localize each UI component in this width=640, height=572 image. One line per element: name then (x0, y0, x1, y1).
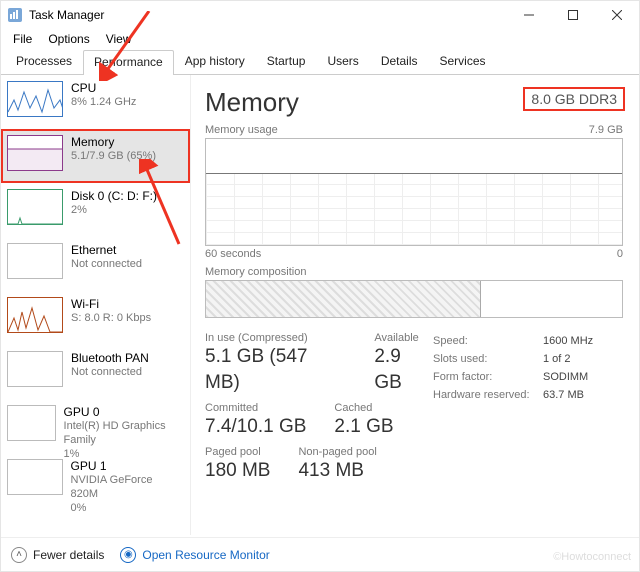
sidebar-item-ethernet[interactable]: EthernetNot connected (1, 237, 190, 291)
tab-performance[interactable]: Performance (83, 50, 174, 75)
sidebar-item-label: GPU 0 (64, 405, 182, 419)
open-resource-monitor-link[interactable]: ◉ Open Resource Monitor (120, 547, 269, 563)
memory-usage-chart (205, 138, 623, 246)
paged-value: 180 MB (205, 458, 270, 484)
usage-label: Memory usage (205, 124, 278, 136)
sidebar-item-cpu[interactable]: CPU8% 1.24 GHz (1, 75, 190, 129)
fewer-details-label: Fewer details (33, 548, 104, 562)
close-button[interactable] (595, 1, 639, 29)
gpu0-thumb (7, 405, 56, 441)
chevron-up-icon: ˄ (11, 547, 27, 563)
wifi-thumb (7, 297, 63, 333)
in-use-value: 5.1 GB (547 MB) (205, 344, 346, 396)
speed-value: 1600 MHz (543, 332, 593, 350)
sidebar-item-disk0[interactable]: Disk 0 (C: D: F:)2% (1, 183, 190, 237)
committed-label: Committed (205, 402, 306, 414)
tab-users[interactable]: Users (316, 49, 369, 74)
sidebar-item-label: Wi-Fi (71, 297, 151, 311)
cached-label: Cached (334, 402, 393, 414)
minimize-button[interactable] (507, 1, 551, 29)
sidebar-item-gpu1[interactable]: GPU 1NVIDIA GeForce 820M 0% (1, 453, 190, 507)
committed-value: 7.4/10.1 GB (205, 414, 306, 440)
menu-options[interactable]: Options (40, 30, 97, 48)
disk-thumb (7, 189, 63, 225)
tab-processes[interactable]: Processes (5, 49, 83, 74)
tab-details[interactable]: Details (370, 49, 429, 74)
sidebar-item-bluetooth[interactable]: Bluetooth PANNot connected (1, 345, 190, 399)
sidebar-item-label: Disk 0 (C: D: F:) (71, 189, 157, 203)
form-value: SODIMM (543, 368, 588, 386)
window-title: Task Manager (29, 8, 104, 22)
cpu-thumb (7, 81, 63, 117)
slots-label: Slots used: (433, 350, 543, 368)
tab-services[interactable]: Services (429, 49, 497, 74)
menubar: File Options View (1, 29, 639, 49)
available-label: Available (374, 332, 433, 344)
sidebar-item-label: Memory (71, 135, 156, 149)
sidebar-item-sub: Not connected (71, 365, 149, 379)
usage-max: 7.9 GB (589, 124, 623, 136)
sidebar-item-sub: 2% (71, 203, 157, 217)
task-manager-window: Task Manager File Options View Processes… (0, 0, 640, 572)
watermark: ©Howtoconnect (553, 551, 631, 563)
x-left: 60 seconds (205, 248, 261, 260)
sidebar: CPU8% 1.24 GHz Memory5.1/7.9 GB (65%) Di… (1, 75, 191, 535)
sidebar-item-wifi[interactable]: Wi-FiS: 8.0 R: 0 Kbps (1, 291, 190, 345)
slots-value: 1 of 2 (543, 350, 571, 368)
app-icon (7, 7, 23, 23)
nonpaged-label: Non-paged pool (298, 446, 376, 458)
bottom-bar: ˄ Fewer details ◉ Open Resource Monitor (1, 537, 639, 571)
sidebar-item-gpu0[interactable]: GPU 0Intel(R) HD Graphics Family 1% (1, 399, 190, 453)
cached-value: 2.1 GB (334, 414, 393, 440)
sidebar-item-label: Bluetooth PAN (71, 351, 149, 365)
available-value: 2.9 GB (374, 344, 433, 396)
memory-composition-chart (205, 280, 623, 318)
sidebar-item-memory[interactable]: Memory5.1/7.9 GB (65%) (1, 129, 190, 183)
content: CPU8% 1.24 GHz Memory5.1/7.9 GB (65%) Di… (1, 75, 639, 535)
resmon-icon: ◉ (120, 547, 136, 563)
sidebar-item-label: CPU (71, 81, 136, 95)
menu-file[interactable]: File (5, 30, 40, 48)
menu-view[interactable]: View (98, 30, 140, 48)
x-right: 0 (617, 248, 623, 260)
sidebar-item-sub: 5.1/7.9 GB (65%) (71, 149, 156, 163)
nonpaged-value: 413 MB (298, 458, 376, 484)
main-panel: Memory 8.0 GB DDR3 Memory usage 7.9 GB 6… (191, 75, 639, 535)
ethernet-thumb (7, 243, 63, 279)
speed-label: Speed: (433, 332, 543, 350)
in-use-label: In use (Compressed) (205, 332, 346, 344)
sidebar-item-label: Ethernet (71, 243, 142, 257)
sidebar-item-sub: 8% 1.24 GHz (71, 95, 136, 109)
stats-grid: In use (Compressed) 5.1 GB (547 MB) Avai… (205, 332, 623, 484)
titlebar: Task Manager (1, 1, 639, 29)
sidebar-item-label: GPU 1 (71, 459, 182, 473)
fewer-details-button[interactable]: ˄ Fewer details (11, 547, 104, 563)
resmon-label: Open Resource Monitor (142, 548, 269, 562)
gpu1-thumb (7, 459, 63, 495)
bluetooth-thumb (7, 351, 63, 387)
memory-spec: 8.0 GB DDR3 (525, 89, 623, 109)
maximize-button[interactable] (551, 1, 595, 29)
tab-startup[interactable]: Startup (256, 49, 317, 74)
sidebar-item-sub: Intel(R) HD Graphics Family 1% (64, 419, 182, 461)
tab-app-history[interactable]: App history (174, 49, 256, 74)
hwres-value: 63.7 MB (543, 386, 584, 404)
composition-label: Memory composition (205, 266, 623, 278)
sidebar-item-sub: NVIDIA GeForce 820M 0% (71, 473, 182, 515)
tabstrip: Processes Performance App history Startu… (1, 49, 639, 75)
memory-thumb (7, 135, 63, 171)
paged-label: Paged pool (205, 446, 270, 458)
window-buttons (507, 1, 639, 29)
form-label: Form factor: (433, 368, 543, 386)
hwres-label: Hardware reserved: (433, 386, 543, 404)
sidebar-item-sub: Not connected (71, 257, 142, 271)
sidebar-item-sub: S: 8.0 R: 0 Kbps (71, 311, 151, 325)
